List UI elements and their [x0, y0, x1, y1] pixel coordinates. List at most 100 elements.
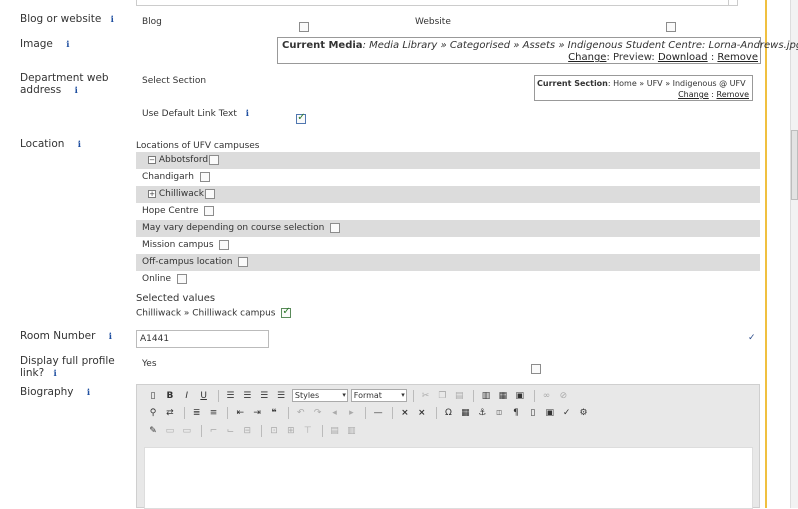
outdent-icon[interactable]: ⇤: [234, 407, 246, 419]
change-media-link[interactable]: Change: [568, 52, 606, 63]
biography-label-text: Biography: [20, 386, 74, 398]
department-label-line1: Department web: [20, 72, 109, 84]
scrollbar-track[interactable]: [790, 0, 798, 508]
website-checkbox[interactable]: [666, 21, 677, 32]
bold-icon[interactable]: B: [164, 390, 176, 402]
location-checkbox[interactable]: [199, 171, 210, 182]
align-center-icon[interactable]: ☰: [241, 390, 253, 402]
bulleted-list-icon[interactable]: ≣: [191, 407, 203, 419]
table-properties-icon[interactable]: ▤: [329, 425, 341, 437]
expand-icon[interactable]: −: [148, 155, 156, 164]
table-icon[interactable]: ▦: [459, 407, 471, 419]
toolbar-separator: [287, 407, 289, 419]
find-icon[interactable]: ⚲: [147, 407, 159, 419]
info-icon[interactable]: i: [109, 332, 112, 342]
table-insert-col-icon[interactable]: ▭: [181, 425, 193, 437]
copy-icon[interactable]: ❐: [436, 390, 448, 402]
preview-label: : Preview:: [606, 52, 658, 63]
styles-dropdown[interactable]: Styles ▾: [291, 389, 348, 402]
italic-icon[interactable]: I: [181, 390, 193, 402]
cell-properties-icon[interactable]: ⊡: [268, 425, 280, 437]
subscript-icon[interactable]: ×: [399, 407, 411, 419]
blog-checkbox[interactable]: [299, 21, 309, 32]
location-checkbox[interactable]: [204, 188, 215, 199]
table-merge-icon[interactable]: ⌐: [208, 425, 220, 437]
indent-icon[interactable]: ⇥: [251, 407, 263, 419]
textarea-resize-handle[interactable]: [728, 0, 736, 6]
anchor-icon[interactable]: ⚓: [476, 407, 488, 419]
toolbar-separator: [392, 407, 393, 419]
delete-table-icon[interactable]: ▥: [345, 425, 357, 437]
location-checkbox[interactable]: [330, 222, 341, 233]
paste-icon[interactable]: ▤: [453, 390, 465, 402]
align-left-icon[interactable]: ☰: [224, 390, 236, 402]
current-media-label: Current Media: [282, 40, 363, 51]
select-section-link[interactable]: Select Section: [142, 76, 206, 86]
align-right-icon[interactable]: ☰: [258, 390, 270, 402]
info-icon[interactable]: i: [111, 15, 114, 25]
anchor-right-icon[interactable]: ▸: [345, 407, 357, 419]
align-justify-icon[interactable]: ☰: [275, 390, 287, 402]
info-icon[interactable]: i: [75, 86, 78, 96]
remove-media-link[interactable]: Remove: [717, 52, 758, 63]
replace-icon[interactable]: ⇄: [164, 407, 176, 419]
paste-text-icon[interactable]: ▥: [480, 390, 492, 402]
scrollbar-thumb[interactable]: [791, 130, 798, 200]
format-dropdown[interactable]: Format ▾: [350, 389, 407, 402]
remove-section-link[interactable]: Remove: [717, 90, 749, 99]
info-icon[interactable]: i: [78, 140, 81, 150]
col-properties-icon[interactable]: ⊤: [302, 425, 314, 437]
location-checkbox[interactable]: [209, 154, 220, 165]
redo-icon[interactable]: ↷: [312, 407, 324, 419]
show-blocks-icon[interactable]: ¶: [510, 407, 522, 419]
html-source-icon[interactable]: ◫: [493, 407, 505, 419]
superscript-icon[interactable]: ×: [416, 407, 428, 419]
special-character-icon[interactable]: Ω: [443, 407, 455, 419]
location-checkbox[interactable]: [219, 239, 230, 250]
document-icon[interactable]: ▯: [527, 407, 539, 419]
location-checkbox[interactable]: [176, 273, 187, 284]
edit-icon[interactable]: ✎: [147, 425, 159, 437]
unlink-icon[interactable]: ⊘: [557, 390, 569, 402]
underline-icon[interactable]: U: [198, 390, 210, 402]
location-checkbox[interactable]: [204, 205, 215, 216]
numbered-list-icon[interactable]: ≡: [208, 407, 220, 419]
new-page-icon[interactable]: ▯: [147, 390, 159, 402]
table-split-icon[interactable]: ⌙: [224, 425, 236, 437]
link-icon[interactable]: ∞: [541, 390, 553, 402]
blockquote-icon[interactable]: ❝: [268, 407, 280, 419]
format-dropdown-label: Format: [353, 391, 382, 400]
info-icon[interactable]: i: [87, 388, 90, 398]
undo-icon[interactable]: ↶: [295, 407, 307, 419]
use-default-link-text-checkbox[interactable]: [296, 112, 307, 124]
table-delete-icon[interactable]: ⊟: [241, 425, 253, 437]
change-section-link[interactable]: Change: [678, 90, 709, 99]
use-default-link-text-label: Use Default Link Text: [142, 109, 237, 119]
horizontal-rule-icon[interactable]: —: [372, 407, 384, 419]
download-link[interactable]: Download: [658, 52, 708, 63]
table-insert-row-icon[interactable]: ▭: [164, 425, 176, 437]
room-number-input[interactable]: A1441: [136, 330, 269, 348]
spellcheck-icon[interactable]: ✓: [748, 333, 756, 343]
location-checkbox[interactable]: [238, 256, 249, 267]
previous-textarea-bottom[interactable]: [136, 0, 738, 6]
anchor-left-icon[interactable]: ◂: [329, 407, 341, 419]
biography-edit-area[interactable]: [144, 447, 753, 509]
select-all-icon[interactable]: ▣: [514, 390, 526, 402]
info-icon[interactable]: i: [66, 40, 69, 50]
paste-word-icon[interactable]: ▦: [497, 390, 509, 402]
cut-icon[interactable]: ✂: [420, 390, 432, 402]
toolbar-separator: [412, 389, 414, 402]
info-icon[interactable]: i: [246, 109, 249, 119]
info-icon[interactable]: i: [54, 369, 57, 379]
biography-rich-text-editor: ▯ B I U ☰ ☰ ☰ ☰ Styles ▾ Format ▾ ✂ ❐ ▤ ▥ …: [136, 384, 760, 509]
row-properties-icon[interactable]: ⊞: [285, 425, 297, 437]
image-icon[interactable]: ▣: [544, 407, 556, 419]
use-default-link-text-row: Use Default Link Text i: [142, 109, 249, 119]
settings-icon[interactable]: ⚙: [578, 407, 590, 419]
selected-value-checkbox[interactable]: [281, 306, 292, 318]
display-profile-yes-checkbox[interactable]: [531, 363, 542, 374]
option-blog-label: Blog: [142, 17, 162, 27]
spellcheck-icon[interactable]: ✓: [561, 407, 573, 419]
expand-icon[interactable]: +: [148, 189, 156, 198]
